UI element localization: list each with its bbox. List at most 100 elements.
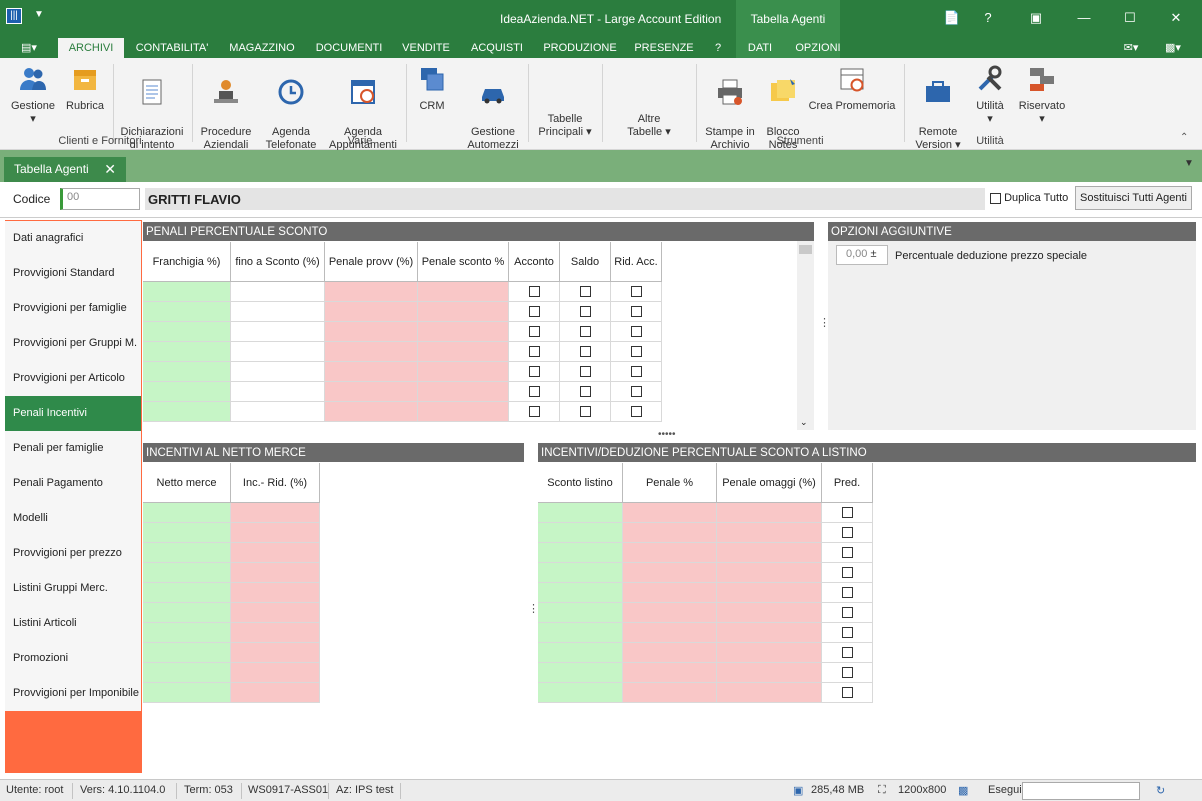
grid-cell[interactable]	[560, 402, 611, 422]
row-checkbox[interactable]	[842, 647, 853, 658]
incentivi_listino-column-header[interactable]: Penale %	[623, 463, 717, 503]
tab-documenti[interactable]: DOCUMENTI	[310, 38, 388, 58]
grid-cell[interactable]	[418, 342, 509, 362]
grid-cell[interactable]	[231, 402, 325, 422]
grid-cell[interactable]	[231, 563, 320, 583]
row-checkbox[interactable]	[580, 346, 591, 357]
tab-vendite[interactable]: VENDITE	[396, 38, 456, 58]
tab-presenze[interactable]: PRESENZE	[630, 38, 698, 58]
utilita-button[interactable]: Utilità ▾	[968, 60, 1012, 126]
grid-cell[interactable]	[611, 362, 662, 382]
grid-cell[interactable]	[822, 663, 873, 683]
row-checkbox[interactable]	[529, 286, 540, 297]
row-checkbox[interactable]	[529, 326, 540, 337]
grid-cell[interactable]	[623, 623, 717, 643]
help-button[interactable]: ?	[978, 10, 998, 25]
row-checkbox[interactable]	[842, 627, 853, 638]
row-checkbox[interactable]	[842, 607, 853, 618]
grid-cell[interactable]	[560, 322, 611, 342]
grid-cell[interactable]	[717, 663, 822, 683]
maximize-button[interactable]: ☐	[1120, 10, 1140, 26]
grid-cell[interactable]	[538, 523, 623, 543]
incentivi_netto-column-header[interactable]: Netto merce	[143, 463, 231, 503]
incentivi_listino-column-header[interactable]: Penale omaggi (%)	[717, 463, 822, 503]
grid-cell[interactable]	[418, 402, 509, 422]
grid-cell[interactable]	[822, 603, 873, 623]
grid-cell[interactable]	[231, 643, 320, 663]
grid-cell[interactable]	[231, 623, 320, 643]
grid-cell[interactable]	[231, 583, 320, 603]
row-checkbox[interactable]	[842, 667, 853, 678]
row-checkbox[interactable]	[631, 286, 642, 297]
grid-cell[interactable]	[717, 603, 822, 623]
nav-item[interactable]: Dati anagrafici	[5, 221, 141, 256]
grid-cell[interactable]	[822, 503, 873, 523]
grid-cell[interactable]	[143, 382, 231, 402]
row-checkbox[interactable]	[529, 306, 540, 317]
grid-cell[interactable]	[143, 643, 231, 663]
grid-cell[interactable]	[717, 523, 822, 543]
row-checkbox[interactable]	[842, 587, 853, 598]
mail-icon[interactable]: ✉▾	[1116, 38, 1146, 58]
grid-cell[interactable]	[231, 362, 325, 382]
grid-cell[interactable]	[611, 302, 662, 322]
row-checkbox[interactable]	[631, 326, 642, 337]
app-icon[interactable]: |||	[6, 8, 22, 24]
horizontal-splitter-grip[interactable]: •••••	[658, 429, 676, 440]
grid-cell[interactable]	[611, 382, 662, 402]
grid-cell[interactable]	[822, 583, 873, 603]
percentuale-spin-field[interactable]: 0,00 ±	[836, 245, 888, 265]
grid-cell[interactable]	[509, 402, 560, 422]
tabelle-principali-button[interactable]: Tabelle Principali ▾	[532, 100, 598, 139]
nav-item[interactable]: Provvigioni Standard	[5, 256, 141, 291]
tab-opzioni[interactable]: OPZIONI	[788, 38, 848, 58]
row-checkbox[interactable]	[631, 306, 642, 317]
grid-cell[interactable]	[231, 503, 320, 523]
checkbox-box[interactable]	[990, 192, 1001, 204]
grid-cell[interactable]	[560, 282, 611, 302]
penali-column-header[interactable]: fino a Sconto (%)	[231, 242, 325, 282]
grid-cell[interactable]	[509, 362, 560, 382]
row-checkbox[interactable]	[529, 346, 540, 357]
refresh-clock-icon[interactable]: ↻	[1156, 784, 1165, 797]
grid-cell[interactable]	[325, 382, 418, 402]
grid-cell[interactable]	[509, 282, 560, 302]
nav-item[interactable]: Provvigioni per Gruppi M.	[5, 326, 141, 361]
nav-item[interactable]: Provvigioni per Articolo	[5, 361, 141, 396]
tab-list-dropdown-icon[interactable]: ▼	[1184, 158, 1194, 169]
grid-cell[interactable]	[822, 643, 873, 663]
grid-cell[interactable]	[143, 543, 231, 563]
grid-cell[interactable]	[418, 322, 509, 342]
scroll-thumb[interactable]	[799, 245, 812, 254]
incentivi_listino-column-header[interactable]: Sconto listino	[538, 463, 623, 503]
grid-cell[interactable]	[509, 382, 560, 402]
grid-cell[interactable]	[623, 583, 717, 603]
grid-cell[interactable]	[418, 362, 509, 382]
nav-item[interactable]: Provvigioni per famiglie	[5, 291, 141, 326]
screen-icon[interactable]: ▩	[958, 784, 968, 797]
grid-cell[interactable]	[538, 543, 623, 563]
grid-cell[interactable]	[822, 623, 873, 643]
grid-cell[interactable]	[325, 282, 418, 302]
grid-cell[interactable]	[538, 603, 623, 623]
sostituisci-tutti-button[interactable]: Sostituisci Tutti Agenti	[1075, 186, 1192, 210]
altre-tabelle-button[interactable]: Altre Tabelle ▾	[616, 100, 682, 139]
tab-acquisti[interactable]: ACQUISTI	[464, 38, 530, 58]
row-checkbox[interactable]	[529, 366, 540, 377]
grid-cell[interactable]	[538, 623, 623, 643]
row-checkbox[interactable]	[529, 386, 540, 397]
restore-ribbon-icon[interactable]: ▣	[1026, 10, 1046, 26]
grid-cell[interactable]	[143, 342, 231, 362]
grid-cell[interactable]	[623, 663, 717, 683]
minimize-button[interactable]: —	[1074, 10, 1094, 25]
grid-cell[interactable]	[623, 503, 717, 523]
grid-cell[interactable]	[717, 503, 822, 523]
gestione-button[interactable]: Gestione ▾	[6, 60, 60, 126]
grid-cell[interactable]	[143, 663, 231, 683]
grid-cell[interactable]	[231, 683, 320, 703]
row-checkbox[interactable]	[631, 366, 642, 377]
grid-cell[interactable]	[822, 543, 873, 563]
close-button[interactable]: ✕	[1166, 10, 1186, 26]
row-checkbox[interactable]	[580, 366, 591, 377]
grid-cell[interactable]	[717, 623, 822, 643]
